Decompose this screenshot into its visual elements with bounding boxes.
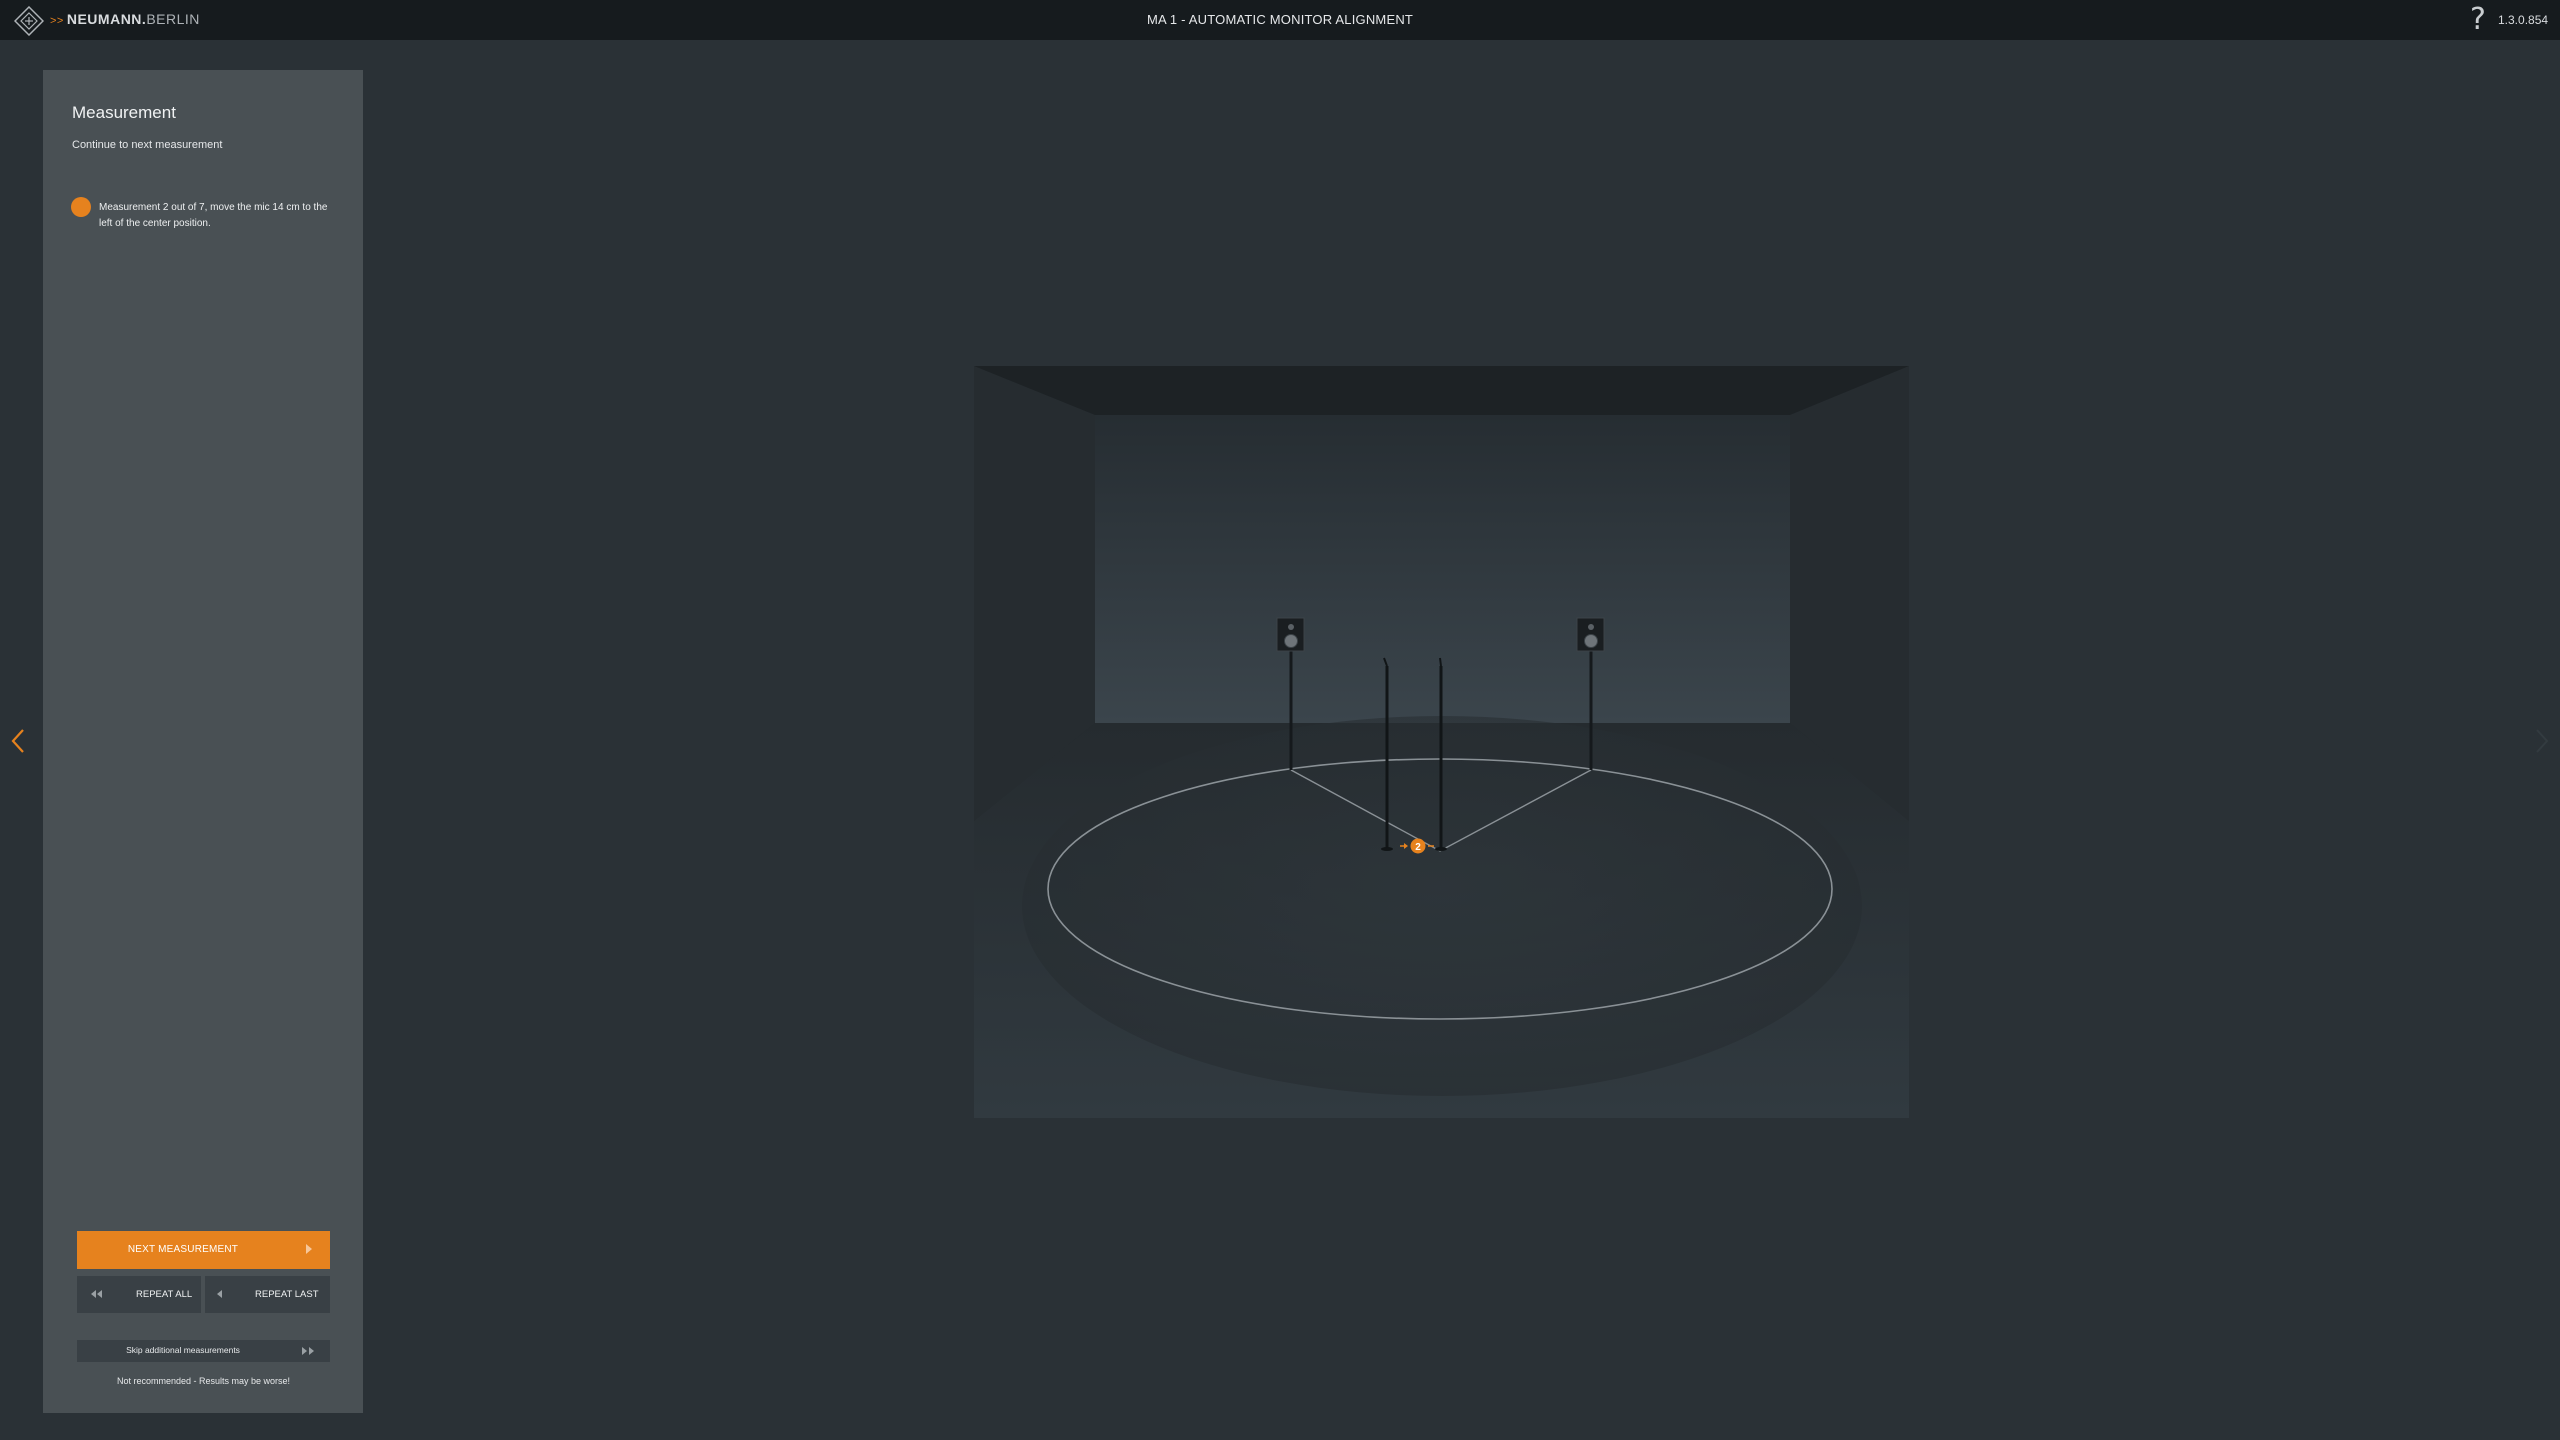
chevron-right-icon[interactable] xyxy=(2532,727,2552,755)
skip-measurements-button[interactable]: Skip additional measurements xyxy=(77,1340,330,1362)
repeat-last-label: REPEAT LAST xyxy=(255,1289,319,1300)
repeat-all-button[interactable]: REPEAT ALL xyxy=(77,1276,201,1313)
back-arrow-icon xyxy=(217,1290,222,1298)
skip-measurements-label: Skip additional measurements xyxy=(126,1345,240,1355)
version-label: 1.3.0.854 xyxy=(2498,13,2549,27)
room-scene: 2 xyxy=(974,366,1909,1118)
chevron-left-icon[interactable] xyxy=(8,727,28,755)
next-measurement-button[interactable]: NEXT MEASUREMENT xyxy=(77,1231,330,1269)
top-bar: >> NEUMANN.BERLIN MA 1 - AUTOMATIC MONITO… xyxy=(0,0,2560,40)
next-measurement-label: NEXT MEASUREMENT xyxy=(127,1244,239,1255)
measurement-panel: Measurement Continue to next measurement… xyxy=(43,70,363,1413)
mic-position-number: 2 xyxy=(1415,842,1421,853)
play-arrow-icon xyxy=(306,1244,312,1254)
repeat-all-label: REPEAT ALL xyxy=(136,1289,193,1300)
panel-title: Measurement xyxy=(72,103,176,122)
panel-subtitle: Continue to next measurement xyxy=(72,139,223,151)
help-icon[interactable]: ? xyxy=(2470,2,2486,37)
warning-text: Not recommended - Results may be worse! xyxy=(116,1376,291,1386)
status-indicator-icon xyxy=(71,197,91,217)
app-title: MA 1 - AUTOMATIC MONITOR ALIGNMENT xyxy=(1146,12,1414,27)
measurement-status-text: Measurement 2 out of 7, move the mic 14 … xyxy=(99,202,328,229)
repeat-last-button[interactable]: REPEAT LAST xyxy=(205,1276,330,1313)
